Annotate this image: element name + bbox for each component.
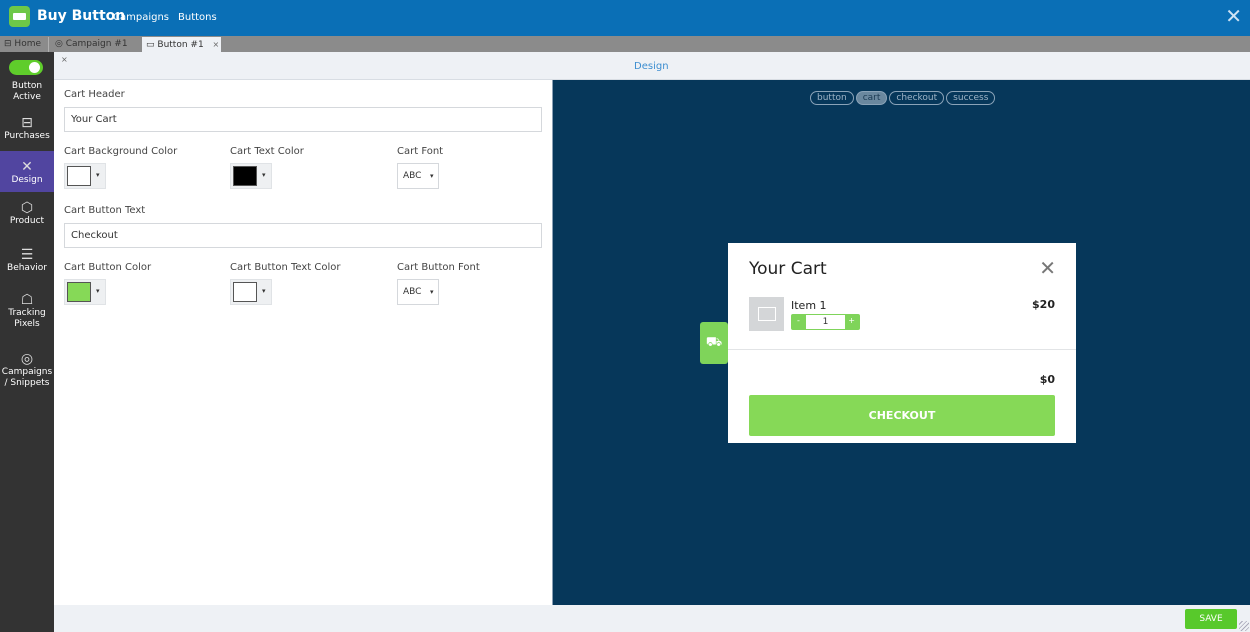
tab-bar: ⊟ Home ◎ Campaign #1 × ▭ Button #1 × bbox=[0, 36, 1250, 64]
chevron-down-icon: ▾ bbox=[96, 287, 100, 295]
sidebar-item-campaigns-snippets[interactable]: ◎ Campaigns / Snippets bbox=[0, 351, 54, 399]
cart-button-font-label: Cart Button Font bbox=[397, 262, 480, 273]
cart-preview: Your Cart ✕ Item 1 - 1 + $20 $0 CHECKOUT bbox=[728, 243, 1076, 443]
cart-header-input[interactable]: Your Cart bbox=[64, 107, 542, 132]
sidebar-item-label: Campaigns / Snippets bbox=[1, 367, 53, 388]
cart-button-color-label: Cart Button Color bbox=[64, 262, 152, 273]
chevron-down-icon: ▾ bbox=[430, 172, 434, 180]
close-icon[interactable]: ✕ bbox=[1225, 4, 1242, 28]
section-title: Design bbox=[634, 61, 669, 72]
cart-toggle-tab[interactable]: ⛟ bbox=[700, 322, 728, 364]
color-swatch bbox=[67, 282, 91, 302]
sliders-icon: ☰ bbox=[20, 247, 34, 263]
button-active-toggle[interactable] bbox=[9, 60, 43, 75]
campaign-icon: ◎ bbox=[55, 39, 63, 49]
ghost-icon: ☖ bbox=[20, 292, 34, 308]
tab-label: Home bbox=[14, 39, 41, 49]
color-swatch bbox=[233, 282, 257, 302]
chevron-down-icon: ▾ bbox=[262, 171, 266, 179]
buy-button-logo-icon bbox=[9, 6, 30, 27]
ticket-icon: ⊟ bbox=[21, 115, 33, 131]
image-placeholder-icon bbox=[749, 297, 784, 331]
sidebar-item-label: Product bbox=[9, 216, 45, 226]
sidebar-item-product[interactable]: ⬡ Product bbox=[0, 200, 54, 236]
resize-grip-icon[interactable] bbox=[1239, 621, 1249, 631]
tab-label: Campaign #1 bbox=[65, 39, 128, 49]
tab-campaign-1[interactable]: ◎ Campaign #1 × bbox=[51, 37, 141, 64]
preview-area: button cart checkout success ⛟ Your Cart… bbox=[552, 80, 1250, 605]
preview-tab-button[interactable]: button bbox=[810, 91, 854, 105]
cart-button-color-picker[interactable]: ▾ bbox=[64, 279, 106, 305]
app-title: Buy Button bbox=[37, 8, 126, 24]
checkout-button[interactable]: CHECKOUT bbox=[749, 395, 1055, 436]
button-icon: ▭ bbox=[146, 40, 155, 50]
cart-text-color-label: Cart Text Color bbox=[230, 146, 304, 157]
tab-label: Button #1 bbox=[157, 40, 204, 50]
quantity-input[interactable]: 1 bbox=[806, 315, 845, 329]
chevron-down-icon: ▾ bbox=[430, 288, 434, 296]
cart-bg-color-picker[interactable]: ▾ bbox=[64, 163, 106, 189]
cart-bg-color-label: Cart Background Color bbox=[64, 146, 178, 157]
sidebar-item-label: Design bbox=[11, 175, 43, 185]
preview-tab-checkout[interactable]: checkout bbox=[889, 91, 945, 105]
save-button[interactable]: SAVE bbox=[1185, 609, 1237, 629]
footer: SAVE bbox=[54, 605, 1250, 632]
sidebar: Button Active ⊟ Purchases ✕ Design ⬡ Pro… bbox=[0, 52, 54, 632]
sidebar-item-tracking-pixels[interactable]: ☖ Tracking Pixels bbox=[0, 292, 54, 340]
font-value: ABC bbox=[403, 171, 422, 181]
tab-close-icon[interactable]: × bbox=[213, 40, 220, 49]
cart-icon: ⛟ bbox=[705, 335, 723, 350]
preview-tab-cart[interactable]: cart bbox=[855, 91, 888, 105]
sidebar-item-label: Purchases bbox=[4, 131, 50, 141]
design-form-panel: Cart Header Your Cart Cart Background Co… bbox=[54, 80, 552, 605]
sidebar-item-behavior[interactable]: ☰ Behavior bbox=[0, 247, 54, 283]
cart-font-select[interactable]: ABC ▾ bbox=[397, 163, 439, 189]
cart-button-text-label: Cart Button Text bbox=[64, 205, 146, 216]
top-bar: Buy Button Campaigns Buttons ✕ bbox=[0, 0, 1250, 36]
divider bbox=[728, 349, 1076, 350]
color-swatch bbox=[233, 166, 257, 186]
sidebar-item-label: Tracking Pixels bbox=[8, 308, 46, 329]
box-icon: ⬡ bbox=[20, 200, 34, 216]
item-price: $20 bbox=[1032, 298, 1055, 311]
sidebar-item-button-active: Button Active bbox=[0, 81, 54, 103]
cart-font-label: Cart Font bbox=[397, 146, 444, 157]
cart-total: $0 bbox=[1039, 373, 1055, 386]
sidebar-item-design[interactable]: ✕ Design bbox=[0, 151, 54, 192]
cart-title: Your Cart bbox=[749, 259, 827, 279]
toggle-label: Button Active bbox=[11, 81, 43, 102]
cart-button-text-color-picker[interactable]: ▾ bbox=[230, 279, 272, 305]
tab-home[interactable]: ⊟ Home bbox=[0, 37, 48, 52]
tab-button-1[interactable]: ▭ Button #1 × bbox=[142, 37, 221, 52]
design-tools-icon: ✕ bbox=[21, 159, 33, 175]
color-swatch bbox=[67, 166, 91, 186]
decrement-button[interactable]: - bbox=[797, 316, 800, 325]
nav-buttons[interactable]: Buttons bbox=[178, 12, 217, 23]
nav-campaigns[interactable]: Campaigns bbox=[113, 12, 169, 23]
home-icon: ⊟ bbox=[4, 39, 12, 49]
quantity-stepper: - 1 + bbox=[791, 314, 860, 330]
close-icon[interactable]: ✕ bbox=[1039, 256, 1056, 280]
item-name: Item 1 bbox=[791, 299, 827, 312]
cart-button-text-color-label: Cart Button Text Color bbox=[230, 262, 341, 273]
cart-button-text-input[interactable]: Checkout bbox=[64, 223, 542, 248]
cart-text-color-picker[interactable]: ▾ bbox=[230, 163, 272, 189]
section-header: Design bbox=[54, 52, 1250, 80]
chevron-down-icon: ▾ bbox=[96, 171, 100, 179]
cart-button-font-select[interactable]: ABC ▾ bbox=[397, 279, 439, 305]
chevron-down-icon: ▾ bbox=[262, 287, 266, 295]
sidebar-item-purchases[interactable]: ⊟ Purchases bbox=[0, 112, 54, 148]
increment-button[interactable]: + bbox=[848, 316, 855, 325]
preview-tab-success[interactable]: success bbox=[946, 91, 996, 105]
target-icon: ◎ bbox=[20, 351, 34, 367]
tab-divider bbox=[48, 37, 49, 52]
font-value: ABC bbox=[403, 287, 422, 297]
preview-state-tabs: button cart checkout success bbox=[810, 91, 997, 105]
cart-header-label: Cart Header bbox=[64, 89, 125, 100]
sidebar-item-label: Behavior bbox=[7, 263, 47, 273]
